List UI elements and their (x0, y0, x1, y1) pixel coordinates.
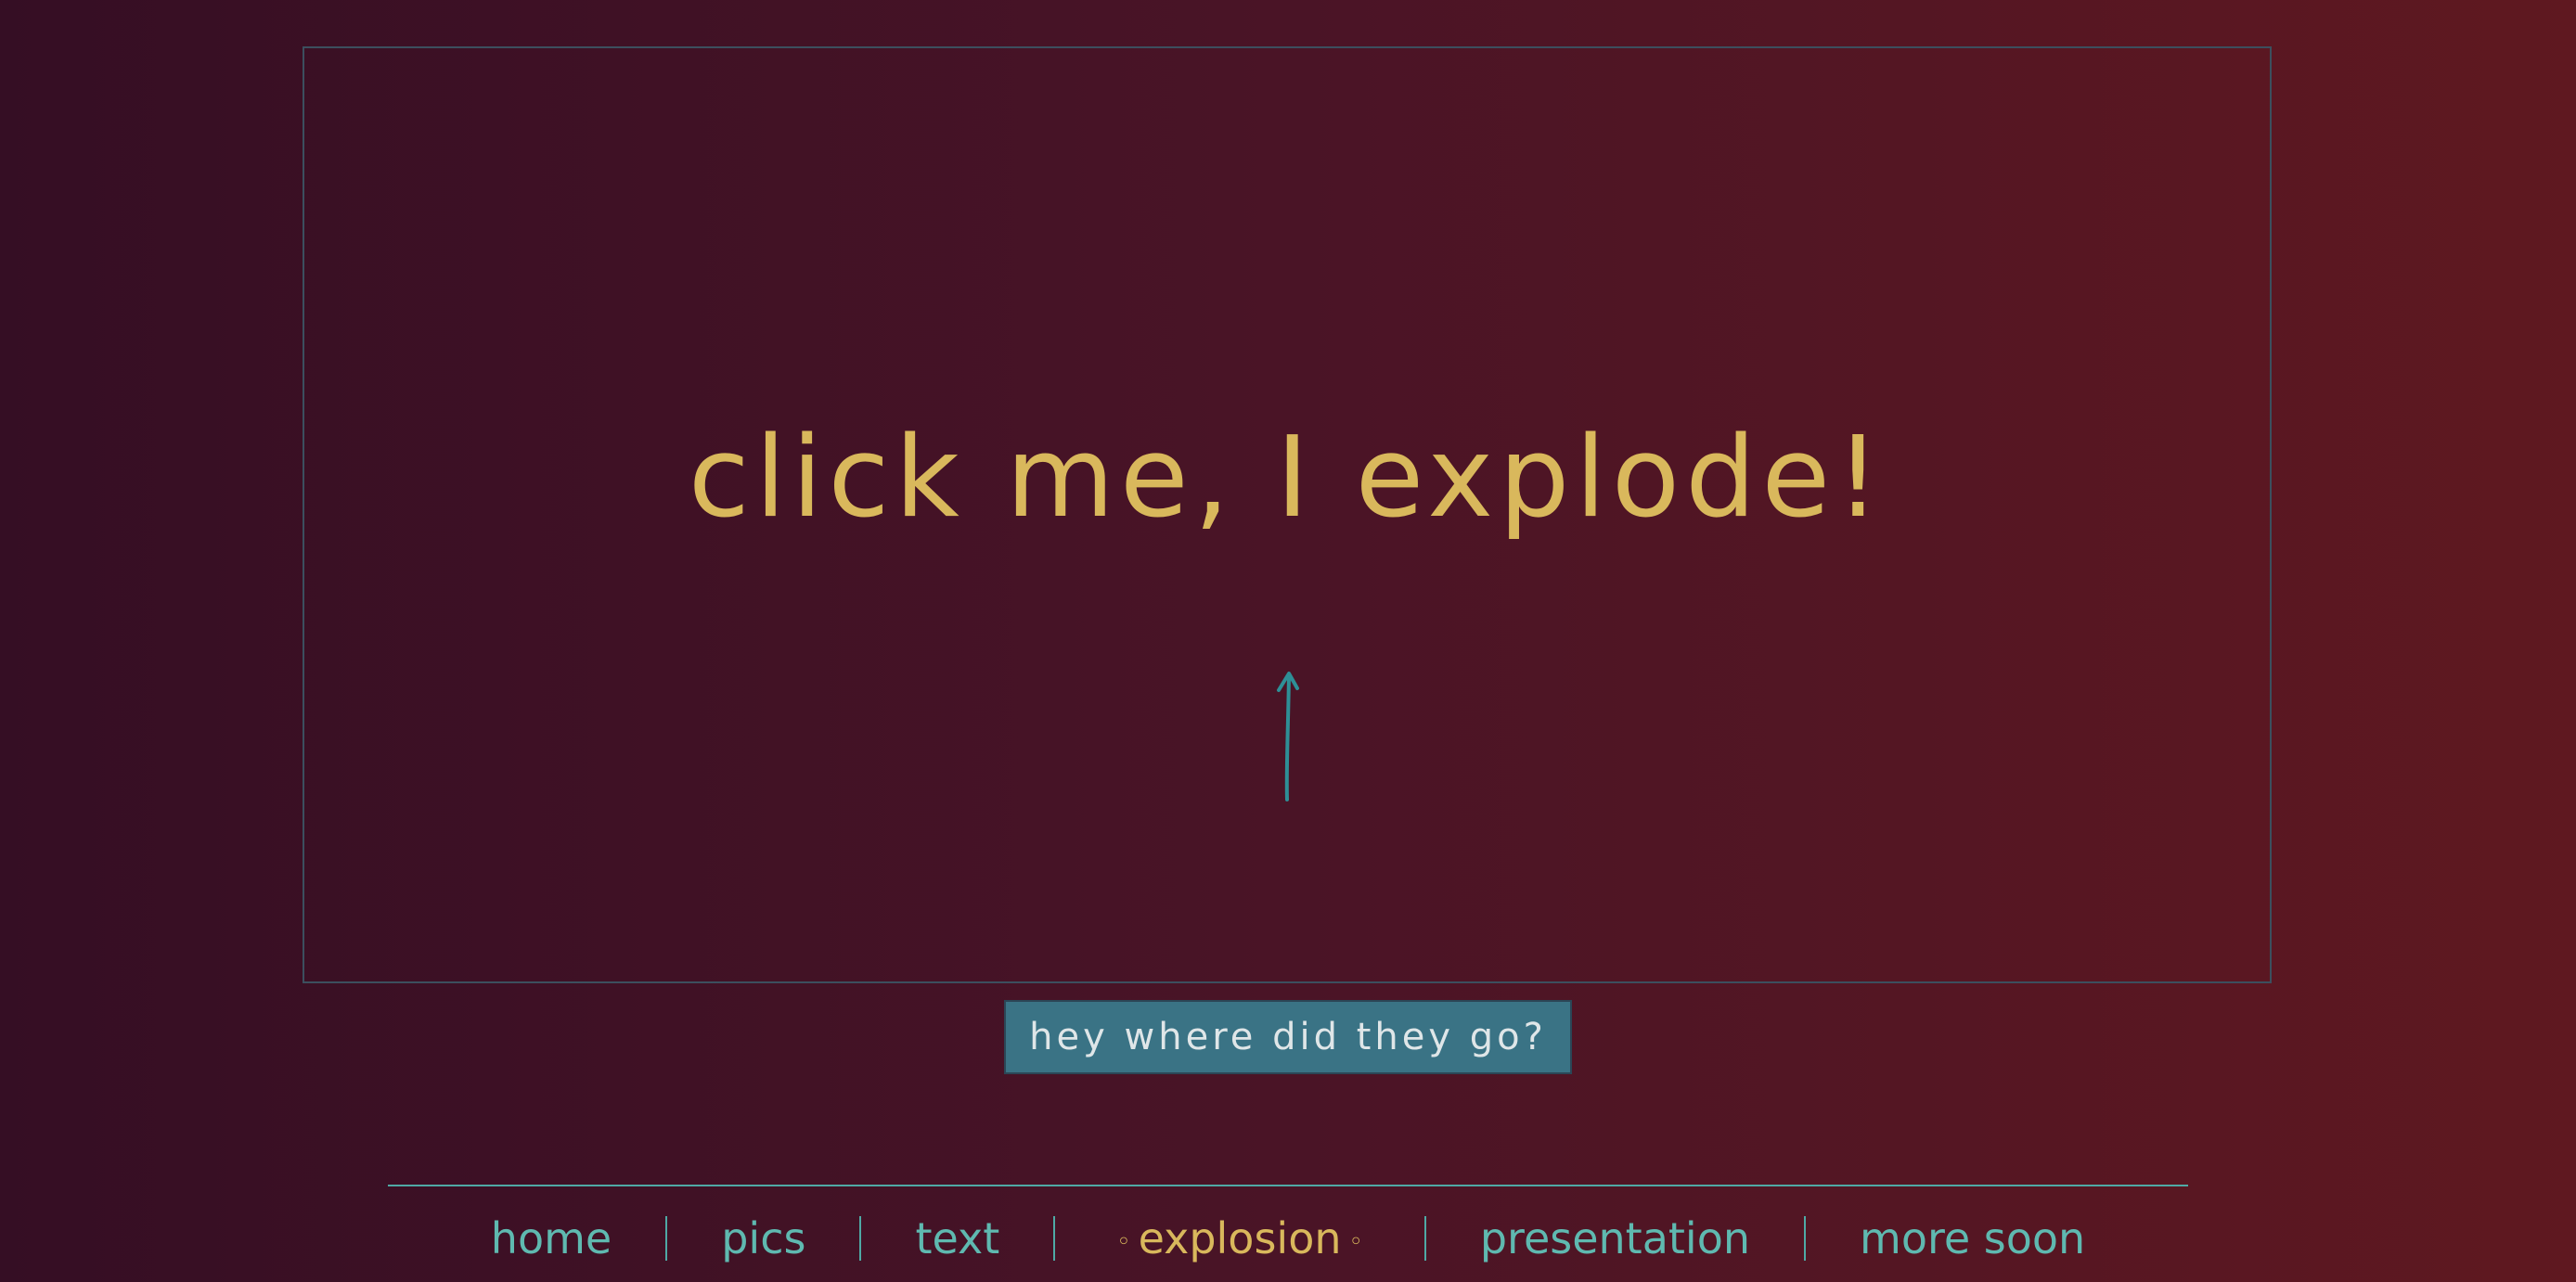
nav-item-home[interactable]: home (437, 1213, 665, 1263)
current-marker-right: ◦ (1348, 1227, 1363, 1256)
footer-nav: home pics text ◦ explosion ◦ presentation … (388, 1206, 2188, 1271)
reset-button[interactable]: hey where did they go? (1004, 1000, 1572, 1074)
arrow-up-icon (1277, 672, 1299, 801)
nav-item-text[interactable]: text (861, 1213, 1053, 1263)
nav-divider (388, 1185, 2188, 1186)
nav-item-explosion[interactable]: ◦ explosion ◦ (1055, 1213, 1424, 1263)
explosion-stage[interactable]: click me, I explode! (303, 46, 2272, 983)
explode-text[interactable]: click me, I explode! (304, 412, 2270, 545)
nav-item-pics[interactable]: pics (667, 1213, 859, 1263)
current-marker-left: ◦ (1116, 1227, 1131, 1256)
nav-item-explosion-label: explosion (1138, 1213, 1342, 1263)
nav-item-presentation[interactable]: presentation (1426, 1213, 1804, 1263)
nav-item-more-soon[interactable]: more soon (1806, 1213, 2139, 1263)
